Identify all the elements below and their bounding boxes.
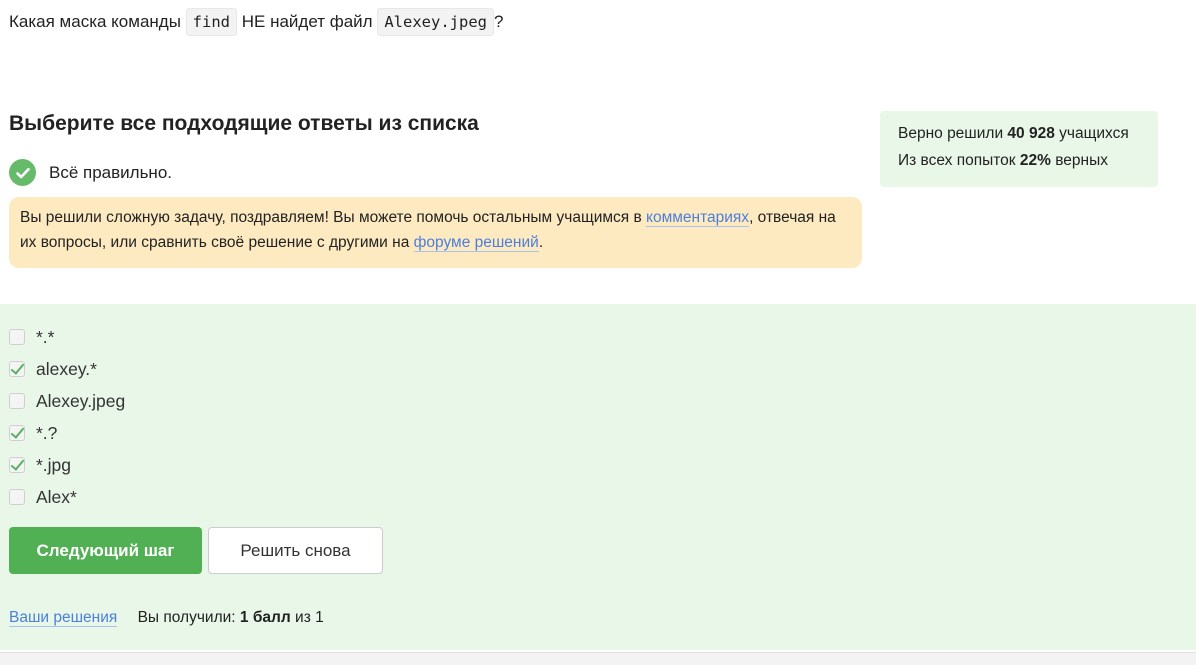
- question-middle: НЕ найдет файл: [241, 12, 373, 31]
- question-text: Какая маска команды find НЕ найдет файл …: [9, 7, 503, 37]
- score-suffix: из 1: [295, 609, 324, 626]
- option-checkbox[interactable]: [9, 393, 25, 409]
- option-label: alexey.*: [36, 358, 97, 379]
- option-label: *.jpg: [36, 454, 72, 475]
- option-checkbox[interactable]: [9, 425, 25, 441]
- question-suffix: ?: [493, 12, 504, 31]
- option-checkbox[interactable]: [9, 361, 25, 377]
- option-label: Alex*: [36, 486, 77, 507]
- option-label: *.?: [36, 422, 58, 443]
- check-circle-icon: [9, 159, 36, 186]
- solve-again-button[interactable]: Решить снова: [208, 527, 383, 574]
- option-item[interactable]: Alexey.jpeg: [9, 385, 125, 417]
- stats-attempts: Из всех попыток 22% верных: [898, 152, 1108, 169]
- options-list: *.* alexey.* Alexey.jpeg *.? *.jpg Alex*: [9, 321, 125, 513]
- bottom-bar: [0, 652, 1196, 665]
- score-value: 1 балл: [239, 609, 291, 626]
- option-checkbox[interactable]: [9, 457, 25, 473]
- code-filename: Alexey.jpeg: [377, 8, 494, 36]
- attempts-percent: 22%: [1019, 152, 1051, 169]
- option-label: *.*: [36, 326, 55, 347]
- step-page: Какая маска команды find НЕ найдет файл …: [0, 0, 1196, 665]
- congrats-notice: Вы решили сложную задачу, поздравляем! В…: [9, 197, 862, 268]
- option-checkbox[interactable]: [9, 329, 25, 345]
- score-line: Ваши решения Вы получили: 1 балл из 1: [9, 609, 324, 627]
- option-checkbox[interactable]: [9, 489, 25, 505]
- your-solutions-link[interactable]: Ваши решения: [9, 609, 118, 627]
- notice-text-1: Вы решили сложную задачу, поздравляем! В…: [20, 209, 642, 226]
- solved-count: 40 928: [1007, 125, 1055, 142]
- stats-solved: Верно решили 40 928 учащихся: [898, 125, 1129, 142]
- option-item[interactable]: *.jpg: [9, 449, 125, 481]
- option-item[interactable]: Alex*: [9, 481, 125, 513]
- comments-link[interactable]: комментариях: [646, 209, 750, 227]
- option-item[interactable]: *.?: [9, 417, 125, 449]
- answer-section: *.* alexey.* Alexey.jpeg *.? *.jpg Alex*: [0, 304, 1196, 650]
- score-prefix: Вы получили:: [137, 609, 236, 626]
- question-prefix: Какая маска команды: [9, 12, 181, 31]
- code-command: find: [185, 8, 237, 36]
- option-item[interactable]: *.*: [9, 321, 125, 353]
- result-status-text: Всё правильно.: [49, 162, 173, 182]
- option-label: Alexey.jpeg: [36, 390, 126, 411]
- next-step-button[interactable]: Следующий шаг: [9, 527, 202, 574]
- result-status: Всё правильно.: [9, 159, 172, 186]
- choose-heading: Выберите все подходящие ответы из списка: [9, 112, 479, 135]
- stats-panel: Верно решили 40 928 учащихся Из всех поп…: [880, 111, 1158, 187]
- forum-link[interactable]: форуме решений: [413, 234, 539, 252]
- option-item[interactable]: alexey.*: [9, 353, 125, 385]
- notice-text-3: .: [538, 234, 544, 251]
